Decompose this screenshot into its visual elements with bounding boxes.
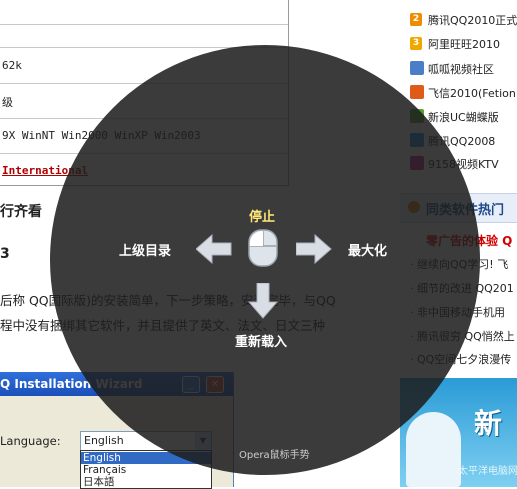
info-row-text: 级 bbox=[2, 96, 13, 109]
opera-gesture-brand: Opera鼠标手势 bbox=[239, 450, 310, 461]
language-option-japanese[interactable]: 日本語 bbox=[81, 476, 211, 488]
site-watermark: 太平洋电脑网 bbox=[458, 466, 517, 477]
arrow-right-icon bbox=[296, 234, 332, 264]
section-subheading: 3 bbox=[0, 246, 10, 262]
gesture-up-label: 停止 bbox=[249, 210, 276, 225]
rank-badge: 3 bbox=[410, 37, 422, 50]
ranking-item-label[interactable]: 呱呱视频社区 bbox=[428, 61, 494, 77]
ranking-item-label[interactable]: 新浪UC蝴蝶版 bbox=[428, 109, 499, 125]
arrow-down-icon bbox=[248, 283, 278, 319]
gesture-down-label: 重新载入 bbox=[235, 335, 288, 350]
mouse-icon bbox=[248, 229, 278, 267]
ranking-item[interactable]: 飞信2010(Fetion) bbox=[406, 82, 517, 104]
arrow-left-icon bbox=[196, 234, 232, 264]
ranking-item-label[interactable]: 腾讯QQ2010正式版 bbox=[428, 12, 517, 28]
language-label: Language: bbox=[0, 434, 61, 448]
ranking-item[interactable]: 2 腾讯QQ2010正式版 bbox=[406, 9, 517, 31]
app-icon bbox=[410, 85, 424, 99]
info-row-text: 62k bbox=[2, 59, 22, 72]
ranking-item[interactable]: 呱呱视频社区 bbox=[406, 58, 517, 80]
banner-text: 新 bbox=[474, 407, 503, 440]
ranking-item[interactable]: 3 阿里旺旺2010 bbox=[406, 33, 517, 55]
info-row bbox=[0, 24, 288, 47]
character-illustration bbox=[406, 412, 461, 487]
language-option-french[interactable]: Français bbox=[81, 464, 211, 476]
section-heading: 行齐看 bbox=[0, 204, 42, 220]
rank-badge: 2 bbox=[410, 13, 422, 26]
language-select-value: English bbox=[84, 434, 124, 447]
ranking-item-label[interactable]: 飞信2010(Fetion) bbox=[428, 85, 517, 101]
ranking-item-label[interactable]: 阿里旺旺2010 bbox=[428, 36, 500, 52]
gesture-right-label: 最大化 bbox=[348, 244, 388, 259]
app-icon bbox=[410, 61, 424, 75]
gesture-left-label: 上级目录 bbox=[119, 244, 172, 259]
